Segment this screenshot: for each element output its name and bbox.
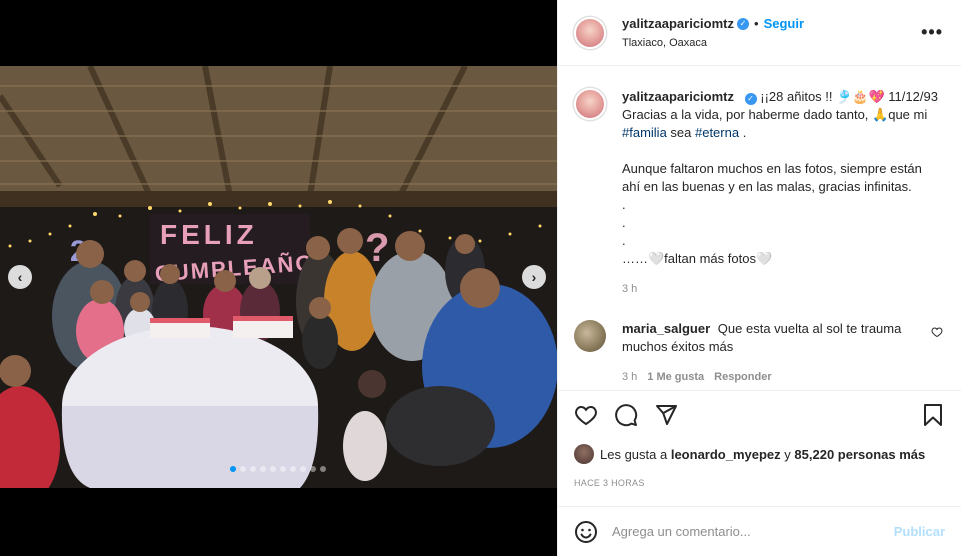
- caption-dot: .: [622, 215, 626, 230]
- comment-reply-button[interactable]: Responder: [714, 368, 771, 386]
- comment-bubble-icon[interactable]: [614, 403, 638, 427]
- banner-feliz: FELIZ: [160, 219, 258, 250]
- carousel-indicators: [230, 466, 326, 472]
- likes-count[interactable]: 85,220 personas más: [794, 447, 925, 462]
- caption-line-2: Gracias a la vida, por haberme dado tant…: [622, 107, 928, 122]
- carousel-dot: [310, 466, 316, 472]
- verified-badge-icon: ✓: [737, 17, 749, 30]
- likes-prefix: Les gusta a: [600, 446, 668, 462]
- share-send-icon[interactable]: [654, 403, 678, 427]
- hashtag-familia[interactable]: #familia: [622, 125, 667, 140]
- caption-first-line: yalitzaapariciomtz ✓ ¡¡28 añitos !! 🎐🎂💖 …: [622, 88, 942, 106]
- comments-section[interactable]: yalitzaapariciomtz ✓ ¡¡28 añitos !! 🎐🎂💖 …: [558, 66, 961, 388]
- post-header: yalitzaapariciomtz ✓ • Seguir Tlaxiaco, …: [558, 0, 961, 66]
- caption: yalitzaapariciomtz ✓ ¡¡28 añitos !! 🎐🎂💖 …: [574, 88, 945, 298]
- comment-time[interactable]: 3 h: [622, 368, 637, 386]
- likes-connector: y: [784, 446, 791, 462]
- comment-likes[interactable]: 1 Me gusta: [647, 368, 704, 386]
- post-time-ago[interactable]: HACE 3 HORAS: [574, 478, 645, 488]
- publish-button[interactable]: Publicar: [894, 524, 945, 539]
- header-username[interactable]: yalitzaapariciomtz: [622, 16, 734, 31]
- commenter-avatar[interactable]: [574, 320, 606, 352]
- caption-paragraph: Aunque faltaron muchos en las fotos, sie…: [622, 161, 922, 194]
- caption-dot: .: [622, 197, 626, 212]
- avatar[interactable]: [574, 16, 606, 49]
- carousel-dot: [250, 466, 256, 472]
- carousel-dot: [320, 466, 326, 472]
- caption-word-sea: sea: [666, 125, 695, 140]
- post-panel: yalitzaapariciomtz ✓ • Seguir Tlaxiaco, …: [557, 0, 961, 556]
- chevron-right-icon: ›: [531, 269, 537, 285]
- caption-dot: .: [622, 233, 626, 248]
- action-bar: [558, 390, 961, 438]
- carousel-dot: [300, 466, 306, 472]
- hashtag-eterna[interactable]: #eterna: [695, 125, 739, 140]
- caption-title: ¡¡28 añitos !! 🎐🎂💖 11/12/93: [760, 89, 938, 104]
- likes-summary: Les gusta a leonardo_myepez y 85,220 per…: [574, 444, 925, 464]
- liker-username[interactable]: leonardo_myepez: [671, 447, 781, 462]
- carousel-dot: [260, 466, 266, 472]
- commenter-username[interactable]: maria_salguer: [622, 321, 710, 336]
- comment-input[interactable]: [612, 524, 882, 539]
- chevron-left-icon: ‹: [17, 269, 23, 285]
- bookmark-icon[interactable]: [921, 403, 945, 427]
- comment-like-heart-icon[interactable]: [931, 326, 943, 341]
- caption-avatar[interactable]: [574, 88, 606, 120]
- emoji-icon[interactable]: [574, 520, 598, 544]
- caption-period: .: [739, 125, 747, 140]
- post-photo[interactable]: FELIZ CUMPLEAÑO ? 2: [0, 66, 557, 488]
- verified-badge-icon: ✓: [744, 93, 757, 105]
- caption-time[interactable]: 3 h: [622, 280, 942, 298]
- photo-illustration: FELIZ CUMPLEAÑO ? 2: [0, 66, 557, 488]
- carousel-dot: [280, 466, 286, 472]
- liker-avatar[interactable]: [574, 444, 594, 464]
- carousel-dot: [230, 466, 236, 472]
- carousel-dot: [290, 466, 296, 472]
- carousel-dot: [240, 466, 246, 472]
- chair: [385, 386, 495, 466]
- like-heart-icon[interactable]: [574, 403, 598, 427]
- next-photo-button[interactable]: ›: [522, 265, 546, 289]
- post-media: FELIZ CUMPLEAÑO ? 2: [0, 0, 557, 556]
- add-comment-bar: Publicar: [558, 506, 961, 556]
- more-options-icon[interactable]: •••: [921, 22, 943, 43]
- carousel-dot: [270, 466, 276, 472]
- caption-username[interactable]: yalitzaapariciomtz: [622, 89, 734, 104]
- previous-photo-button[interactable]: ‹: [8, 265, 32, 289]
- comment-item: maria_salguer Que esta vuelta al sol te …: [574, 320, 945, 386]
- caption-line-3: #familia sea #eterna .: [622, 124, 942, 142]
- post-location[interactable]: Tlaxiaco, Oaxaca: [622, 37, 804, 49]
- header-separator: •: [754, 16, 759, 31]
- caption-last-line: ……🤍faltan más fotos🤍: [622, 251, 773, 266]
- follow-button[interactable]: Seguir: [764, 16, 804, 31]
